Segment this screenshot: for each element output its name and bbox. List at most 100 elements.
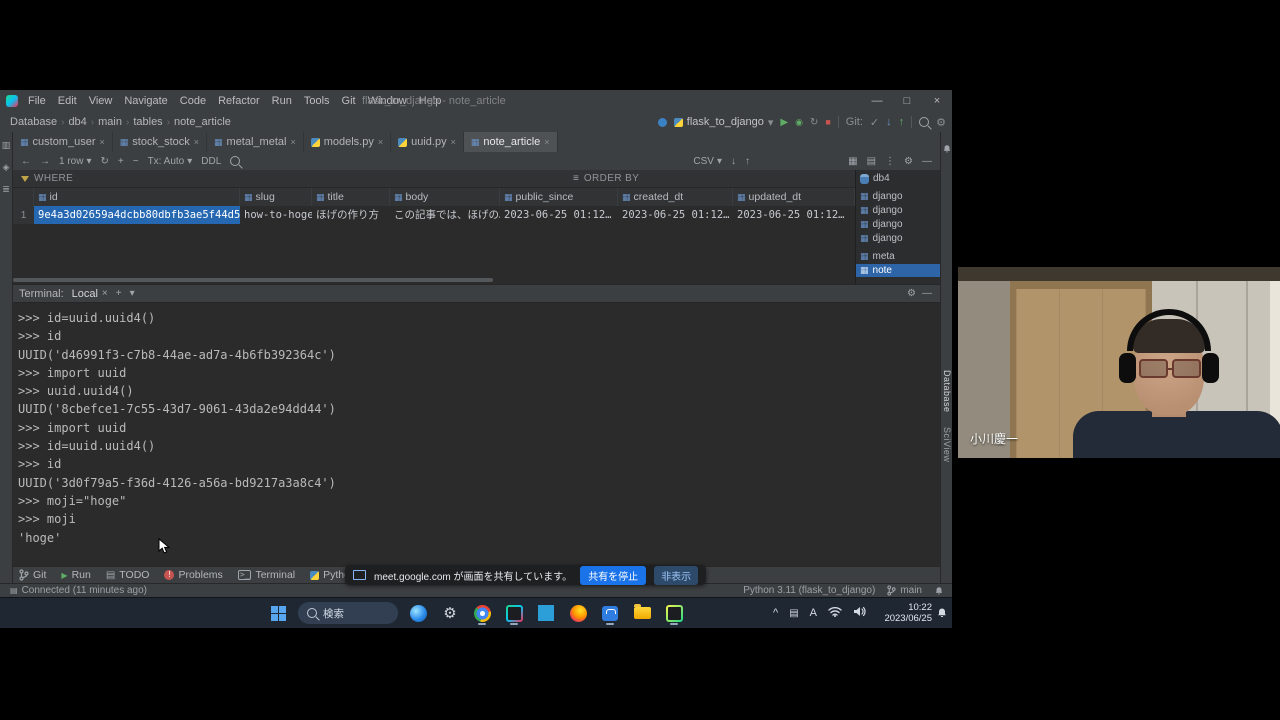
maximize-icon[interactable]: □ [892,90,922,112]
terminal-settings-gear-icon[interactable]: ⚙ [907,288,916,299]
settings-app-button[interactable]: ⚙ [438,600,462,626]
menu-code[interactable]: Code [174,90,212,112]
structure-tool-icon[interactable]: ≣ [1,184,11,195]
db-table-node-selected[interactable]: ▦ note [856,264,940,277]
forward-icon[interactable]: → [40,156,50,167]
column-header-public-since[interactable]: ▦ public_since [500,188,618,206]
export-format-dropdown[interactable]: CSV ▾ [693,156,722,167]
breadcrumb-main[interactable]: main [98,116,122,128]
tab-note-article[interactable]: ▦ note_article × [464,132,558,152]
terminal-tool-button[interactable]: >_ Terminal [238,569,295,581]
more-options-icon[interactable]: ⋮ [885,156,895,167]
stop-sharing-button[interactable]: 共有を停止 [580,566,646,585]
tab-metal-metal[interactable]: ▦ metal_metal × [207,132,304,152]
db-table-node[interactable]: ▦ django [860,218,903,231]
reload-data-icon[interactable]: ↻ [100,156,108,167]
rerun-icon[interactable]: ↻ [810,117,818,128]
row-number[interactable]: 1 [13,206,34,224]
db-root-node[interactable]: db4 [860,172,890,185]
minimize-icon[interactable]: — [862,90,892,112]
settings-gear-icon[interactable]: ⚙ [936,116,946,129]
menu-git[interactable]: Git [336,90,362,112]
menu-run[interactable]: Run [266,90,298,112]
menu-view[interactable]: View [83,90,119,112]
edge-app-button[interactable] [406,600,430,626]
hide-banner-button[interactable]: 非表示 [654,566,698,585]
hide-terminal-icon[interactable]: — [922,288,932,299]
project-tool-icon[interactable]: ▥ [1,140,11,151]
interpreter-selector[interactable]: Python 3.11 (flask_to_django) [743,584,875,597]
db-table-node[interactable]: ▦ django [860,232,903,245]
view-transpose-icon[interactable]: ▤ [867,156,876,167]
problems-tool-button[interactable]: ! Problems [164,569,222,581]
hide-panel-icon[interactable]: — [922,156,932,167]
menu-file[interactable]: File [22,90,52,112]
search-everywhere-icon[interactable] [919,117,929,127]
cell-id[interactable]: 9e4a3d02659a4dcbb80dbfb3ae5f44d5 [34,206,240,224]
debug-button[interactable]: ◉ [795,117,803,128]
git-tool-button[interactable]: Git [19,569,46,581]
column-header-created-dt[interactable]: ▦ created_dt [618,188,733,206]
delete-row-icon[interactable]: − [133,156,139,167]
database-tool-button[interactable]: Database [942,370,952,413]
cell-title[interactable]: ほげの作り方 [312,206,390,224]
upload-icon[interactable]: ↑ [745,156,750,167]
notifications-bell-icon[interactable] [942,144,952,157]
pycharm2-app-button[interactable] [662,600,686,626]
sciview-tool-button[interactable]: SciView [942,427,952,462]
git-commit-check-icon[interactable]: ✓ [870,116,879,129]
new-session-icon[interactable]: + [116,288,122,299]
git-branch-selector[interactable]: main [887,584,922,597]
store-app-button[interactable] [598,600,622,626]
volume-icon[interactable] [853,606,866,620]
git-update-icon[interactable]: ↓ [886,116,892,128]
breadcrumb-tables[interactable]: tables [133,116,162,128]
close-tab-icon[interactable]: × [290,137,295,147]
tray-expand-icon[interactable]: ^ [773,607,778,619]
breadcrumb-db4[interactable]: db4 [68,116,86,128]
taskbar-clock[interactable]: 10:22 2023/06/25 [884,602,932,624]
db-table-node[interactable]: ▦ django [860,204,903,217]
column-header-body[interactable]: ▦ body [390,188,500,206]
ime-indicator[interactable]: A [810,607,817,619]
tab-models-py[interactable]: models.py × [304,132,391,152]
run-tool-button[interactable]: ▶ Run [61,569,90,581]
close-tab-icon[interactable]: × [194,137,199,147]
where-filter-field[interactable]: WHERE [34,173,73,184]
ddl-button[interactable]: DDL [201,156,221,167]
notification-center-button[interactable] [936,607,948,622]
run-config-selector[interactable]: flask_to_django ▾ [674,116,774,129]
close-tab-icon[interactable]: × [544,137,549,147]
grid-settings-gear-icon[interactable]: ⚙ [904,156,913,167]
cell-created-dt[interactable]: 2023-06-25 01:12… [618,206,733,224]
cell-updated-dt[interactable]: 2023-06-25 01:12… [733,206,855,224]
tray-doc-icon[interactable]: ▤ [789,608,798,619]
stop-button[interactable]: ■ [825,117,830,127]
menu-navigate[interactable]: Navigate [118,90,173,112]
firefox-app-button[interactable] [566,600,590,626]
chrome-app-button[interactable] [470,600,494,626]
vscode-app-button[interactable] [534,600,558,626]
download-icon[interactable]: ↓ [731,156,736,167]
explorer-app-button[interactable] [630,600,654,626]
cell-public-since[interactable]: 2023-06-25 01:12… [500,206,618,224]
column-header-id[interactable]: ▦ id [34,188,240,206]
tab-stock-stock[interactable]: ▦ stock_stock × [113,132,207,152]
scrollbar-thumb[interactable] [13,278,493,282]
column-header-updated-dt[interactable]: ▦ updated_dt [733,188,855,206]
column-header-slug[interactable]: ▦ slug [240,188,312,206]
add-row-icon[interactable]: + [118,156,124,167]
find-in-grid-icon[interactable] [230,156,240,166]
terminal-tab-local[interactable]: Local × [72,288,108,300]
git-push-icon[interactable]: ↑ [899,116,905,128]
back-icon[interactable]: ← [21,156,31,167]
close-tab-icon[interactable]: × [451,137,456,147]
menu-edit[interactable]: Edit [52,90,83,112]
page-size-dropdown[interactable]: 1 row ▾ [59,156,91,167]
close-tab-icon[interactable]: × [100,137,105,147]
notifications-bell-icon[interactable] [934,586,944,596]
commit-tool-icon[interactable]: ◈ [1,162,11,173]
todo-tool-button[interactable]: ▤ TODO [106,569,150,581]
menu-refactor[interactable]: Refactor [212,90,266,112]
menu-tools[interactable]: Tools [298,90,336,112]
